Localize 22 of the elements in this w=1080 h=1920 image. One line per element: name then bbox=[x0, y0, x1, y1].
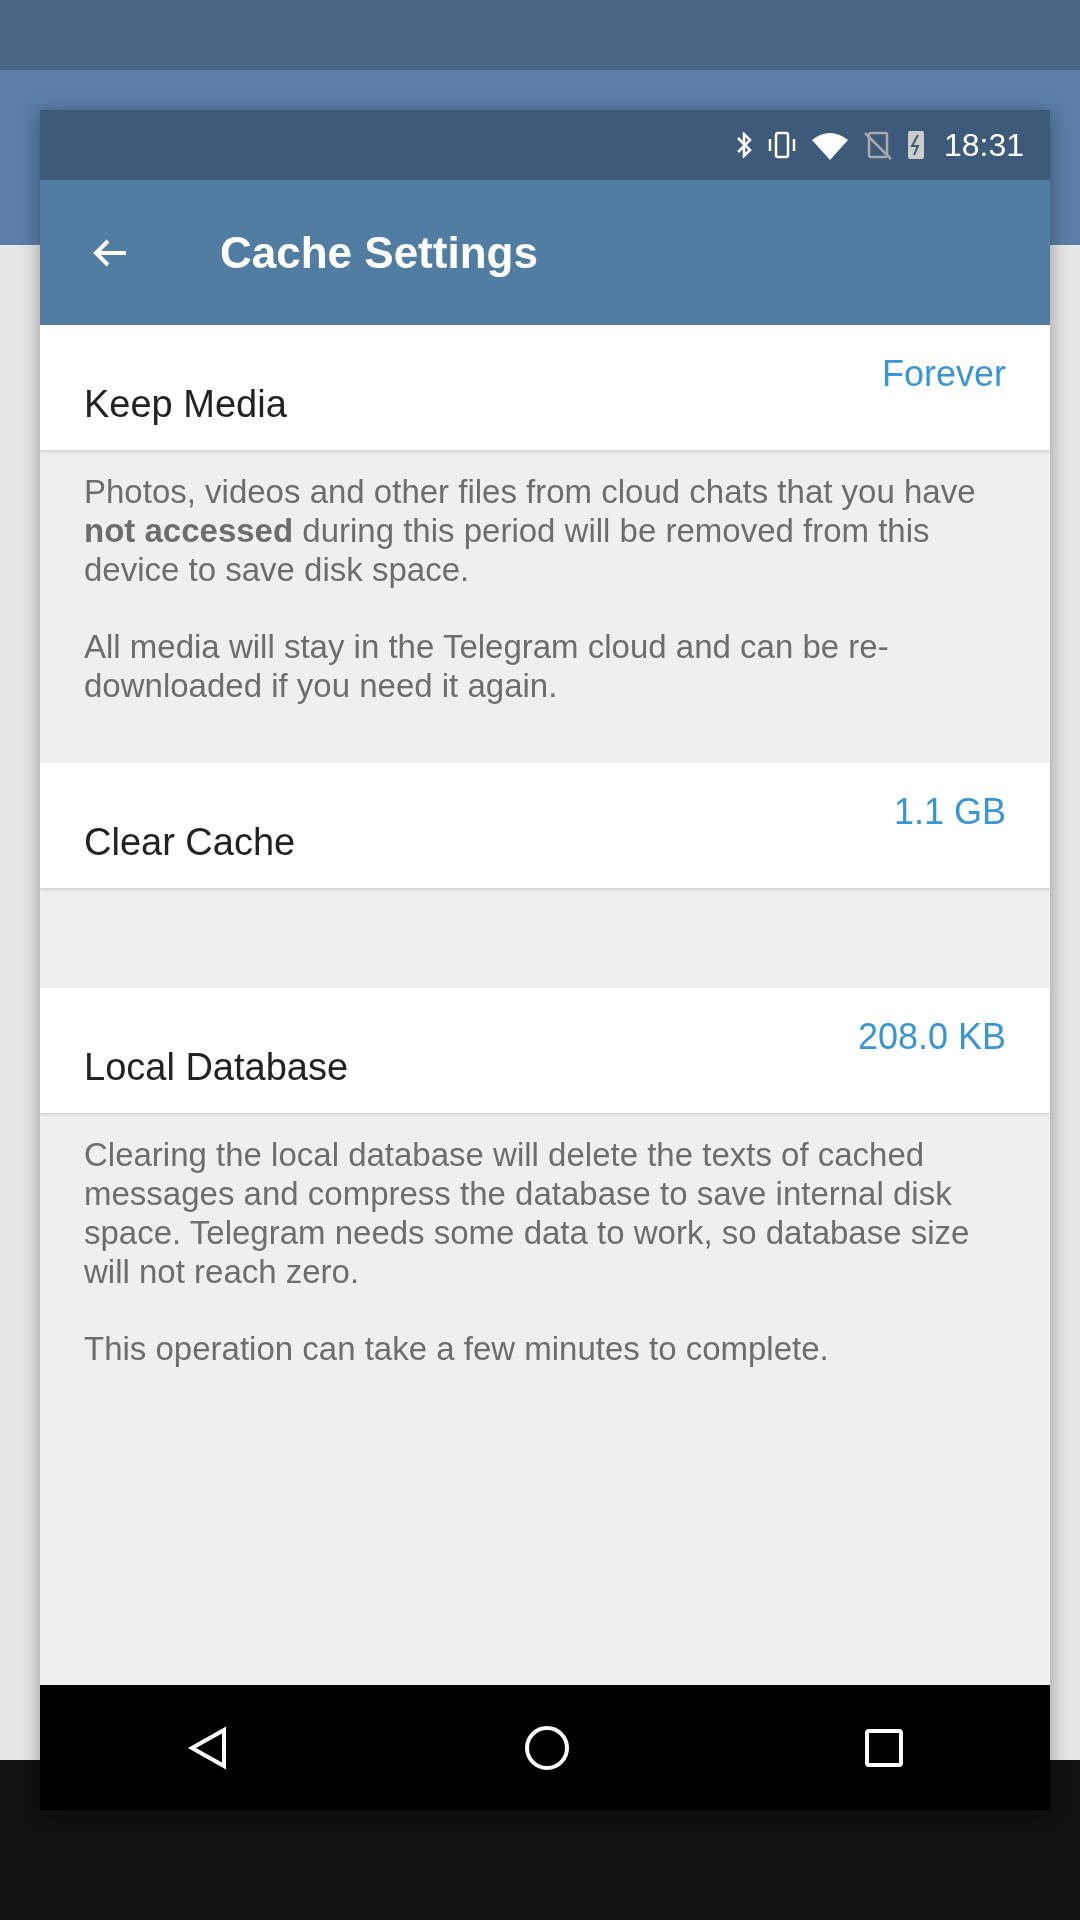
row-value: 1.1 GB bbox=[893, 791, 1006, 833]
clock: 18:31 bbox=[943, 126, 1024, 164]
row-value: 208.0 KB bbox=[857, 1016, 1006, 1058]
bluetooth-icon bbox=[735, 132, 752, 158]
info-text: All media will stay in the Telegram cloud and can be re-downloaded if you need it again. bbox=[84, 627, 890, 705]
row-label: Keep Media bbox=[84, 383, 287, 426]
wifi-icon bbox=[811, 130, 848, 160]
row-value: Forever bbox=[881, 353, 1006, 395]
info-text: Clearing the local database will delete the texts of cached messages and compress the database to save internal disk space. Telegram needs some data to work, so database size will not reach zero. bbox=[84, 1135, 971, 1291]
no-sim-icon bbox=[863, 130, 892, 160]
row-label: Local Database bbox=[84, 1046, 349, 1089]
settings-row[interactable]: Local Database 208.0 KB bbox=[40, 988, 1050, 1113]
row-label: Clear Cache bbox=[84, 821, 296, 864]
vibrate-icon bbox=[767, 131, 796, 159]
recents-icon[interactable] bbox=[863, 1727, 904, 1768]
battery-icon bbox=[907, 131, 924, 159]
home-icon[interactable] bbox=[523, 1723, 571, 1772]
screen-title: Cache Settings bbox=[220, 227, 538, 278]
settings-row[interactable]: Keep Media Forever bbox=[40, 325, 1050, 450]
info-text: Photos, videos and other files from cloud chats that you have not accessed during this period will be removed from this device to save disk space. bbox=[84, 472, 977, 589]
info-text: This operation can take a few minutes to complete. bbox=[84, 1329, 830, 1368]
settings-row[interactable]: Clear Cache 1.1 GB bbox=[40, 763, 1050, 888]
